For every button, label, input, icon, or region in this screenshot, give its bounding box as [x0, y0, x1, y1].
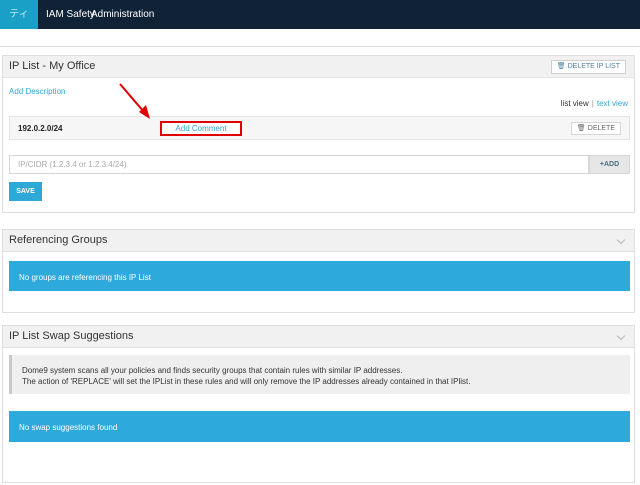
no-swap-message: No swap suggestions found [19, 423, 118, 432]
view-switch: list view | text view [561, 99, 628, 108]
chevron-down-icon[interactable] [616, 331, 626, 341]
save-button[interactable]: SAVE [9, 182, 42, 201]
subheader-spacer [0, 29, 640, 47]
ip-cidr-input[interactable]: IP/CIDR (1.2.3.4 or 1.2.3.4/24) [9, 155, 589, 174]
nav-item-active[interactable]: ティ [0, 0, 38, 29]
swap-suggestions-title: IP List Swap Suggestions [9, 330, 134, 342]
list-view-toggle[interactable]: list view [561, 99, 589, 108]
no-groups-message: No groups are referencing this IP List [19, 273, 151, 282]
swap-info-note: Dome9 system scans all your policies and… [9, 355, 630, 394]
nav-item-administration[interactable]: Administration [91, 0, 154, 29]
nav-item-iam-safety[interactable]: IAM Safety [46, 0, 95, 29]
trash-icon: 🗑 [576, 125, 586, 132]
trash-icon: 🗑 [556, 63, 566, 70]
ip-list-panel: IP List - My Office 🗑 DELETE IP LIST Add… [2, 55, 635, 213]
delete-ip-list-label: DELETE IP LIST [567, 63, 620, 70]
add-ip-button[interactable]: +ADD [589, 155, 630, 174]
top-navigation-bar: ティ IAM Safety Administration [0, 0, 640, 29]
chevron-down-icon[interactable] [616, 235, 626, 245]
swap-note-line-1: Dome9 system scans all your policies and… [22, 366, 403, 375]
swap-suggestions-header[interactable]: IP List Swap Suggestions [3, 326, 634, 348]
referencing-groups-title: Referencing Groups [9, 234, 108, 246]
no-swap-info-box: No swap suggestions found [9, 411, 630, 442]
view-switch-separator: | [591, 99, 594, 108]
delete-entry-label: DELETE [587, 125, 615, 132]
referencing-groups-header[interactable]: Referencing Groups [3, 230, 634, 252]
add-ip-label: ADD [603, 161, 620, 168]
no-groups-info-box: No groups are referencing this IP List [9, 261, 630, 291]
referencing-groups-panel: Referencing Groups No groups are referen… [2, 229, 635, 313]
delete-ip-list-button[interactable]: 🗑 DELETE IP LIST [550, 60, 626, 74]
swap-suggestions-panel: IP List Swap Suggestions Dome9 system sc… [2, 325, 635, 483]
swap-note-line-2: The action of 'REPLACE' will set the IPL… [22, 377, 471, 386]
ip-entry-address: 192.0.2.0/24 [18, 124, 63, 133]
ip-list-title: IP List - My Office [9, 60, 96, 72]
add-description-link[interactable]: Add Description [9, 87, 65, 96]
ip-list-panel-header: IP List - My Office 🗑 DELETE IP LIST [3, 56, 634, 78]
ip-entry-row: 192.0.2.0/24 Add Comment 🗑 DELETE [9, 116, 630, 140]
text-view-toggle[interactable]: text view [597, 99, 628, 108]
add-comment-button[interactable]: Add Comment [160, 121, 242, 136]
delete-entry-button[interactable]: 🗑 DELETE [570, 122, 621, 135]
